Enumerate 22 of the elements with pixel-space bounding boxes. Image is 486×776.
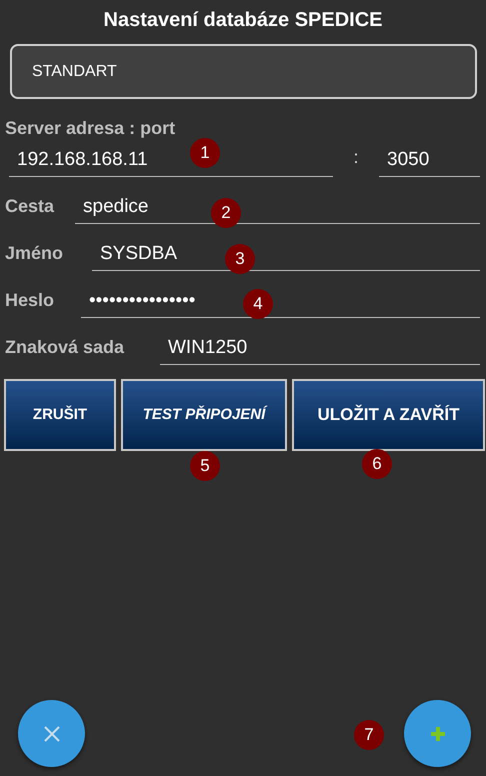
callout-marker: 2 [211, 198, 241, 228]
action-button[interactable]: ZRUŠIT [4, 379, 116, 451]
plus-icon [430, 726, 446, 742]
field-label: Heslo [5, 289, 56, 312]
separator-text: : [352, 146, 360, 169]
field-label: Cesta [5, 195, 56, 218]
field-label: Znaková sada [5, 336, 126, 359]
port-field[interactable]: 3050 [379, 144, 480, 177]
callout-marker: 6 [362, 449, 392, 479]
close-icon [42, 724, 60, 742]
callout-marker: 5 [190, 451, 220, 481]
action-button[interactable]: TEST PŘIPOJENÍ [121, 379, 287, 451]
field-label: Server adresa : port [4, 117, 176, 140]
page-title: Nastavení databáze SPEDICE [102, 8, 384, 33]
field-label: Jméno [5, 242, 64, 265]
action-button[interactable]: ULOŽIT A ZAVŘÍT [292, 379, 485, 451]
callout-marker: 3 [225, 244, 255, 274]
callout-marker: 7 [354, 720, 384, 750]
callout-marker: 1 [190, 138, 220, 168]
profile-field[interactable]: STANDART [10, 44, 477, 99]
callout-marker: 4 [243, 289, 273, 319]
text-field[interactable]: WIN1250 [160, 332, 480, 365]
